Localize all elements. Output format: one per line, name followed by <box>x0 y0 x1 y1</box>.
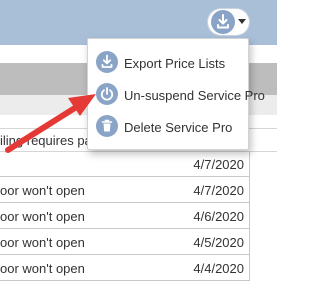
annotation-arrow <box>5 94 96 153</box>
